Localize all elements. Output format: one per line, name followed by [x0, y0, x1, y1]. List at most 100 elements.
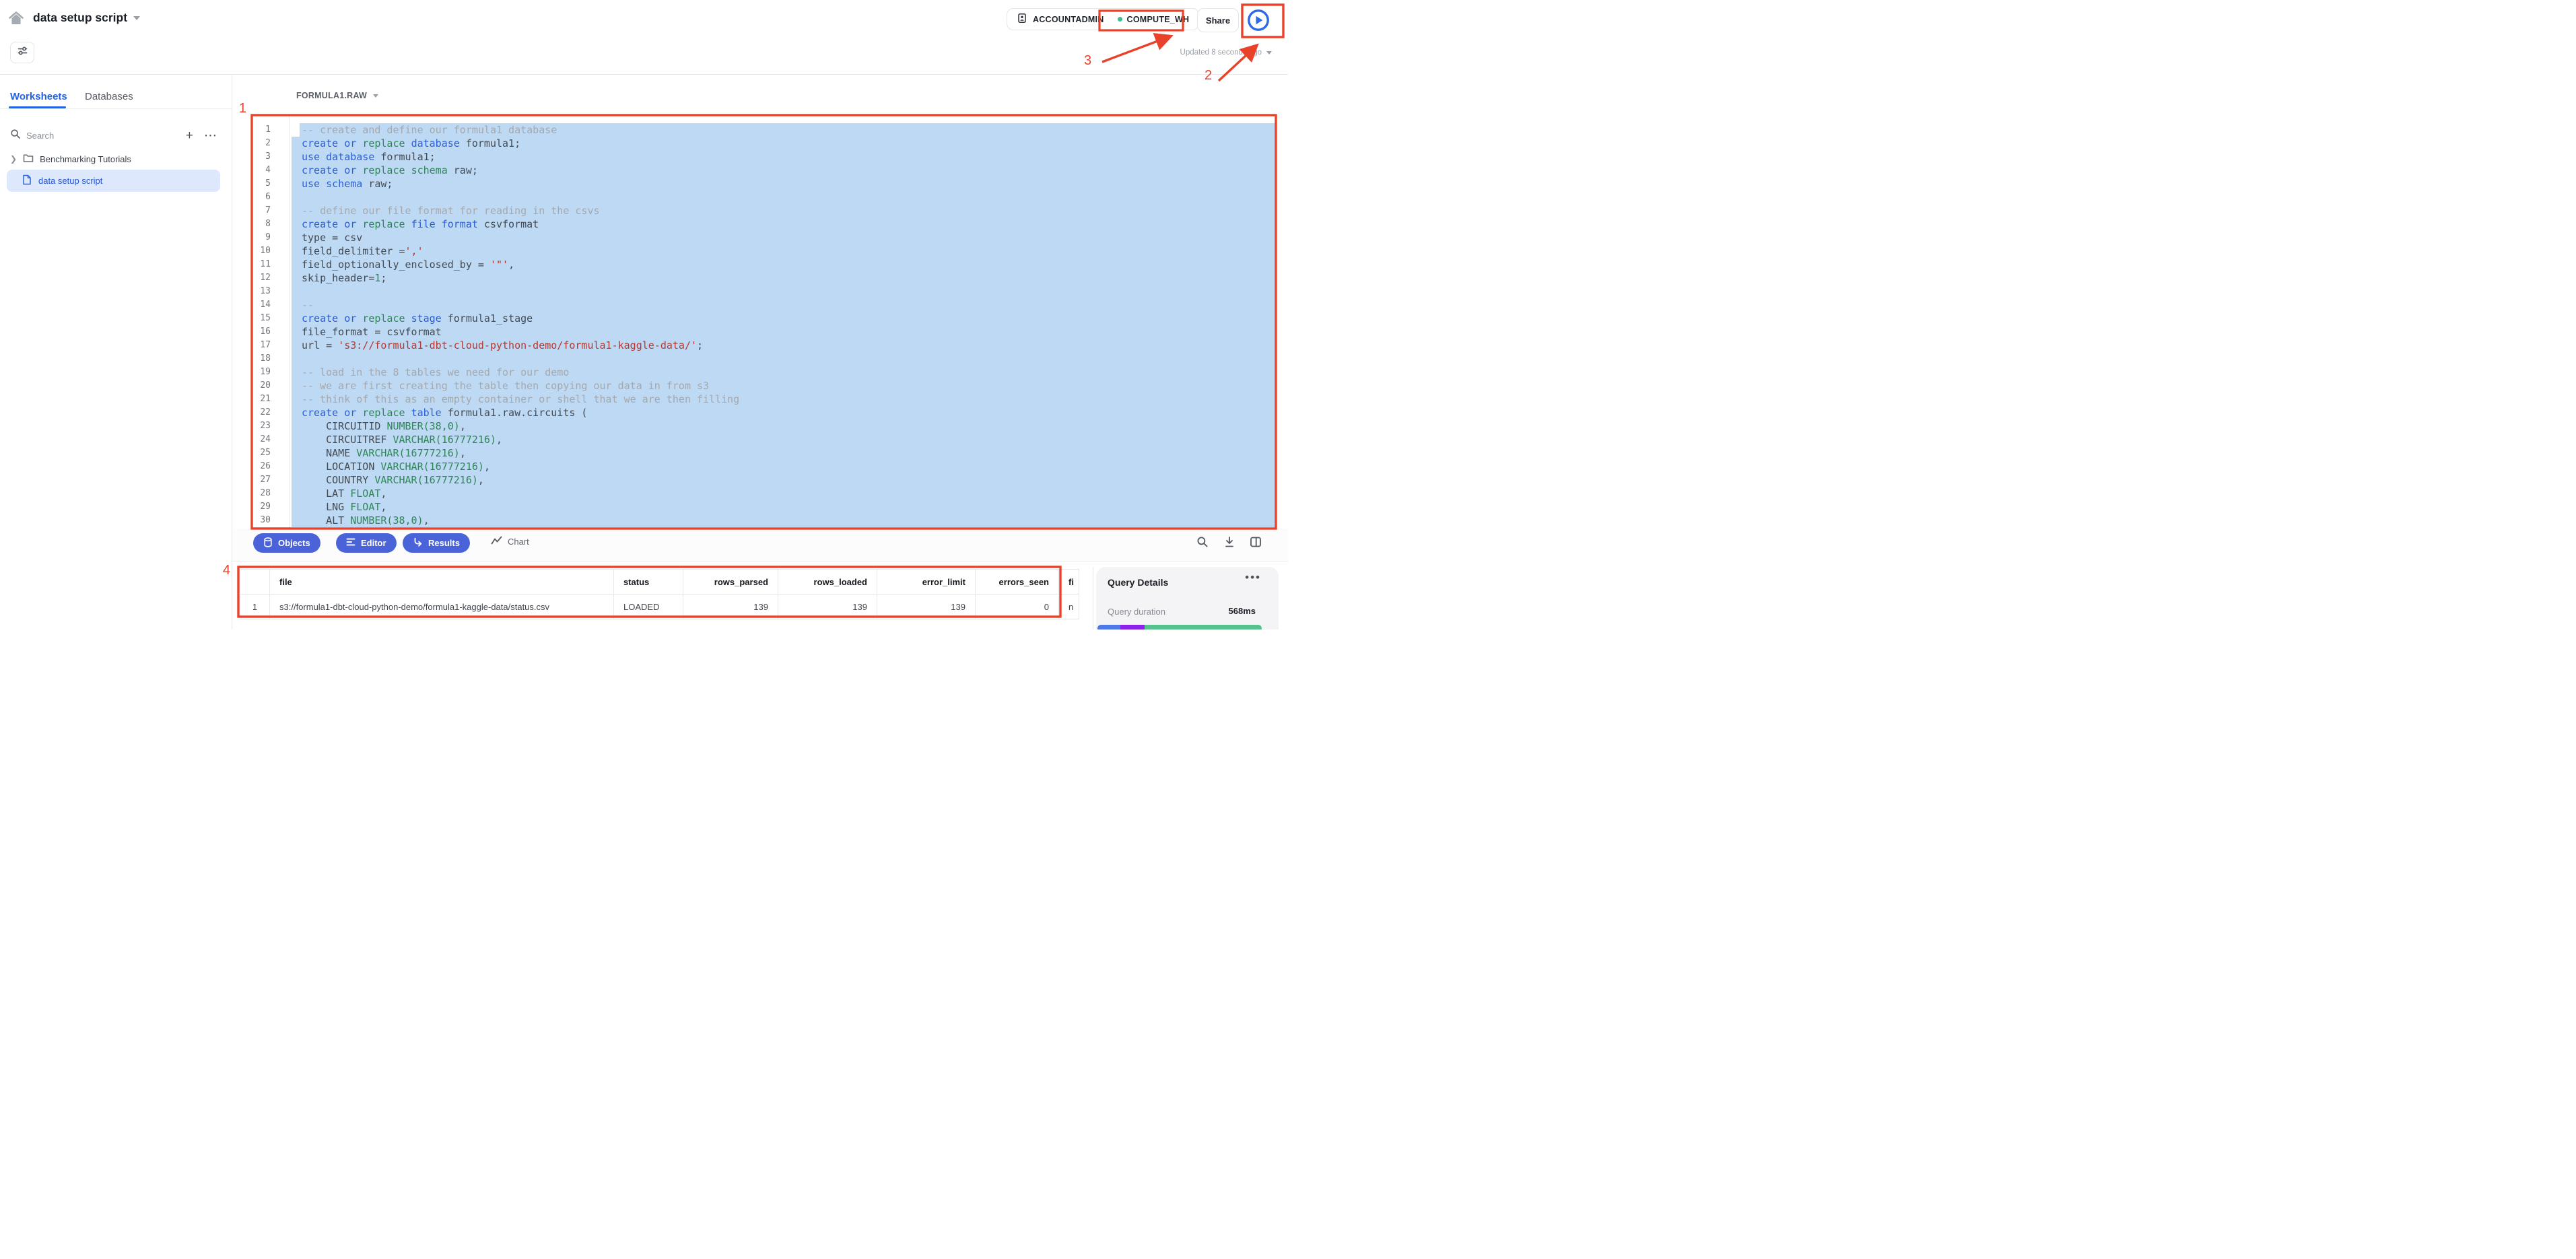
- warehouse-chip[interactable]: COMPUTE_WH: [1118, 15, 1190, 24]
- updated-status[interactable]: Updated 8 seconds ago: [1180, 48, 1272, 57]
- add-worksheet-button[interactable]: +: [180, 129, 199, 142]
- line-number: 14: [232, 298, 271, 312]
- download-icon[interactable]: [1223, 536, 1237, 549]
- table-cell[interactable]: 139: [877, 594, 976, 619]
- code-line[interactable]: 3use database formula1;: [232, 150, 1276, 164]
- results-table[interactable]: filestatusrows_parsedrows_loadederror_li…: [240, 569, 1079, 619]
- code-line[interactable]: 25 NAME VARCHAR(16777216),: [232, 446, 1276, 460]
- code-line[interactable]: 1-- create and define our formula1 datab…: [232, 123, 1276, 137]
- code-line[interactable]: 28 LAT FLOAT,: [232, 487, 1276, 500]
- code-line[interactable]: 2create or replace database formula1;: [232, 137, 1276, 150]
- column-header[interactable]: status: [614, 570, 683, 594]
- code-text: use database formula1;: [302, 150, 436, 164]
- return-arrow-icon: [413, 537, 423, 549]
- code-text: --: [302, 298, 314, 312]
- selection-highlight: [292, 352, 1276, 366]
- table-cell[interactable]: 139: [778, 594, 877, 619]
- table-cell[interactable]: s3://formula1-dbt-cloud-python-demo/form…: [270, 594, 614, 619]
- tab-worksheets[interactable]: Worksheets: [10, 91, 67, 102]
- code-line[interactable]: 4create or replace schema raw;: [232, 164, 1276, 177]
- column-header[interactable]: errors_seen: [976, 570, 1059, 594]
- code-line[interactable]: 19-- load in the 8 tables we need for ou…: [232, 366, 1276, 379]
- objects-toggle-button[interactable]: Objects: [253, 533, 320, 553]
- table-row[interactable]: 1s3://formula1-dbt-cloud-python-demo/for…: [240, 594, 1079, 619]
- column-header[interactable]: rows_loaded: [778, 570, 877, 594]
- code-text: field_delimiter =',': [302, 244, 423, 258]
- share-button[interactable]: Share: [1197, 8, 1239, 32]
- line-number: 24: [232, 433, 271, 446]
- table-cell[interactable]: 139: [683, 594, 778, 619]
- warehouse-status-dot: [1118, 17, 1122, 22]
- code-line[interactable]: 9type = csv: [232, 231, 1276, 244]
- schema-context-selector[interactable]: FORMULA1.RAW: [296, 91, 378, 100]
- search-input[interactable]: Search: [26, 131, 180, 141]
- sidebar-item-folder[interactable]: ❯ Benchmarking Tutorials: [0, 149, 232, 168]
- column-header[interactable]: fi: [1059, 570, 1079, 594]
- editor-toggle-button[interactable]: Editor: [336, 533, 397, 553]
- code-line[interactable]: 6: [232, 191, 1276, 204]
- table-cell[interactable]: 1: [240, 594, 270, 619]
- home-icon: [7, 18, 25, 30]
- code-text: -- load in the 8 tables we need for our …: [302, 366, 569, 379]
- selection-highlight: [292, 150, 1276, 164]
- column-header[interactable]: file: [270, 570, 614, 594]
- code-line[interactable]: 26 LOCATION VARCHAR(16777216),: [232, 460, 1276, 473]
- run-button[interactable]: [1247, 9, 1270, 32]
- table-cell[interactable]: LOADED: [614, 594, 683, 619]
- line-number: 25: [232, 446, 271, 460]
- code-line[interactable]: 12skip_header=1;: [232, 271, 1276, 285]
- results-toggle-button[interactable]: Results: [403, 533, 470, 553]
- line-number: 20: [232, 379, 271, 393]
- column-header[interactable]: [240, 570, 270, 594]
- chevron-down-icon: [1266, 51, 1272, 55]
- code-line[interactable]: 27 COUNTRY VARCHAR(16777216),: [232, 473, 1276, 487]
- code-line[interactable]: 22create or replace table formula1.raw.c…: [232, 406, 1276, 419]
- code-line[interactable]: 23 CIRCUITID NUMBER(38,0),: [232, 419, 1276, 433]
- table-cell[interactable]: n: [1059, 594, 1079, 619]
- table-cell[interactable]: 0: [976, 594, 1059, 619]
- line-number: 8: [232, 217, 271, 231]
- query-details-menu-button[interactable]: •••: [1245, 571, 1261, 584]
- code-line[interactable]: 17url = 's3://formula1-dbt-cloud-python-…: [232, 339, 1276, 352]
- chevron-down-icon: [133, 16, 140, 20]
- code-line[interactable]: 10field_delimiter =',': [232, 244, 1276, 258]
- code-line[interactable]: 29 LNG FLOAT,: [232, 500, 1276, 514]
- chevron-right-icon[interactable]: ❯: [10, 154, 17, 164]
- code-text: skip_header=1;: [302, 271, 386, 285]
- code-text: LOCATION VARCHAR(16777216),: [302, 460, 490, 473]
- code-line[interactable]: 18: [232, 352, 1276, 366]
- chart-toggle-button[interactable]: Chart: [491, 536, 529, 547]
- search-results-icon[interactable]: [1196, 536, 1210, 549]
- code-line[interactable]: 21-- think of this as an empty container…: [232, 393, 1276, 406]
- split-columns-icon[interactable]: [1250, 536, 1263, 549]
- code-line[interactable]: 8create or replace file format csvformat: [232, 217, 1276, 231]
- sql-editor[interactable]: 1-- create and define our formula1 datab…: [232, 115, 1276, 529]
- code-line[interactable]: 30 ALT NUMBER(38,0),: [232, 514, 1276, 527]
- role-label: ACCOUNTADMIN: [1033, 15, 1104, 24]
- more-options-button[interactable]: ⋯: [199, 129, 222, 142]
- session-context-button[interactable]: ACCOUNTADMIN COMPUTE_WH: [1007, 8, 1199, 30]
- code-line[interactable]: 20-- we are first creating the table the…: [232, 379, 1276, 393]
- code-line[interactable]: 15create or replace stage formula1_stage: [232, 312, 1276, 325]
- sidebar-item-selected-worksheet[interactable]: data setup script: [7, 170, 220, 192]
- code-line[interactable]: 5use schema raw;: [232, 177, 1276, 191]
- line-number: 17: [232, 339, 271, 352]
- code-line[interactable]: 7-- define our file format for reading i…: [232, 204, 1276, 217]
- code-line[interactable]: 11field_optionally_enclosed_by = '"',: [232, 258, 1276, 271]
- code-line[interactable]: 13: [232, 285, 1276, 298]
- worksheet-title-group[interactable]: data setup script: [33, 11, 140, 25]
- code-line[interactable]: 24 CIRCUITREF VARCHAR(16777216),: [232, 433, 1276, 446]
- filters-button[interactable]: [10, 42, 34, 63]
- code-text: file_format = csvformat: [302, 325, 442, 339]
- search-icon[interactable]: [10, 129, 21, 143]
- selection-highlight: [292, 231, 1276, 244]
- code-line[interactable]: 16file_format = csvformat: [232, 325, 1276, 339]
- tab-databases[interactable]: Databases: [85, 91, 133, 102]
- line-number: 26: [232, 460, 271, 473]
- code-line[interactable]: 14 --: [232, 298, 1276, 312]
- editor-label: Editor: [361, 538, 386, 548]
- column-header[interactable]: rows_parsed: [683, 570, 778, 594]
- header-bar: data setup script ACCOUNTADMIN COMPUTE_W…: [0, 0, 1288, 75]
- home-button[interactable]: [7, 9, 26, 28]
- column-header[interactable]: error_limit: [877, 570, 976, 594]
